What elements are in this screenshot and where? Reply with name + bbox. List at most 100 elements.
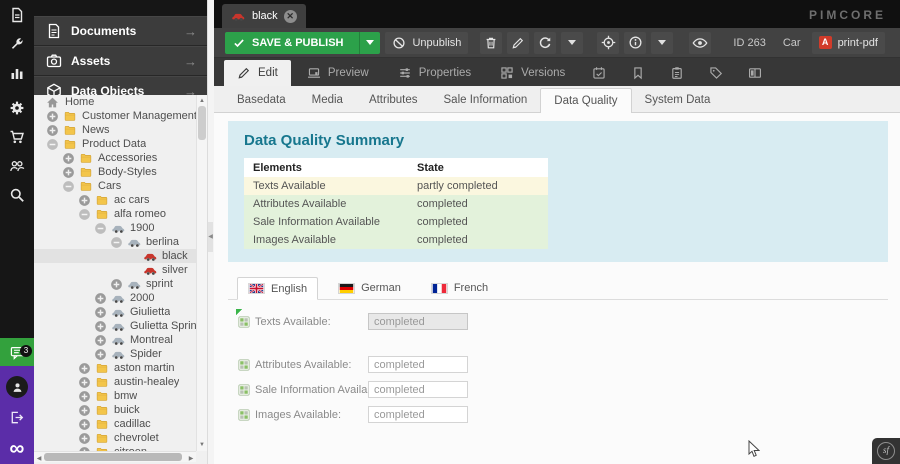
plus-expander-icon[interactable] — [94, 348, 107, 361]
view-tab-columns[interactable] — [737, 60, 773, 86]
minus-expander-icon[interactable] — [62, 180, 75, 193]
plus-expander-icon[interactable] — [78, 194, 91, 207]
rail-settings-button[interactable] — [0, 93, 34, 122]
rename-button[interactable] — [507, 32, 529, 54]
tree-node-sprint[interactable]: sprint — [34, 277, 207, 291]
reload-button[interactable] — [534, 32, 556, 54]
plus-expander-icon[interactable] — [46, 124, 59, 137]
minus-expander-icon[interactable] — [110, 236, 123, 249]
rail-ecommerce-button[interactable] — [0, 122, 34, 151]
field-input[interactable] — [368, 313, 468, 330]
tab-black[interactable]: black ✕ — [222, 4, 306, 28]
tree-node-Product-Data[interactable]: Product Data — [34, 137, 207, 151]
collapse-handle-icon[interactable]: ◀ — [208, 222, 213, 252]
unpublish-button[interactable]: Unpublish — [385, 32, 468, 54]
print-pdf-button[interactable]: A print-pdf — [812, 32, 885, 54]
tree-node-ac-cars[interactable]: ac cars — [34, 193, 207, 207]
tree-node-buick[interactable]: buick — [34, 403, 207, 417]
accordion-assets[interactable]: Assets → — [34, 46, 207, 76]
info-button[interactable] — [624, 32, 646, 54]
plus-expander-icon[interactable] — [78, 404, 91, 417]
info-dropdown-button[interactable] — [651, 32, 673, 54]
tree-node-bmw[interactable]: bmw — [34, 389, 207, 403]
view-tab-preview[interactable]: Preview — [294, 60, 382, 86]
tree-node-Gulietta-Sprint-Specia[interactable]: Gulietta Sprint Specia — [34, 319, 207, 333]
tree-node-alfa-romeo[interactable]: alfa romeo — [34, 207, 207, 221]
field-input[interactable] — [368, 406, 468, 423]
reload-dropdown-button[interactable] — [561, 32, 583, 54]
field-input[interactable] — [368, 356, 468, 373]
open-preview-button[interactable] — [689, 32, 711, 54]
save-publish-button[interactable]: SAVE & PUBLISH — [225, 32, 380, 54]
tree-horizontal-scrollbar[interactable]: ◀ ▶ — [34, 451, 196, 462]
rail-tools-button[interactable] — [0, 29, 34, 58]
plus-expander-icon[interactable] — [46, 110, 59, 123]
plus-expander-icon[interactable] — [78, 390, 91, 403]
minus-expander-icon[interactable] — [46, 138, 59, 151]
scroll-up-icon[interactable]: ▲ — [197, 96, 207, 106]
content-tab-basedata[interactable]: Basedata — [224, 88, 299, 112]
view-tab-clipboard[interactable] — [659, 60, 695, 86]
plus-expander-icon[interactable] — [78, 376, 91, 389]
user-avatar[interactable] — [6, 376, 28, 398]
tree-node-cadillac[interactable]: cadillac — [34, 417, 207, 431]
content-tab-media[interactable]: Media — [299, 88, 356, 112]
tree-node-News[interactable]: News — [34, 123, 207, 137]
plus-expander-icon[interactable] — [94, 320, 107, 333]
delete-button[interactable] — [480, 32, 502, 54]
language-tab-german[interactable]: German — [328, 277, 411, 299]
logout-icon[interactable] — [9, 410, 24, 425]
tree-node-2000[interactable]: 2000 — [34, 291, 207, 305]
view-tab-properties[interactable]: Properties — [385, 60, 484, 86]
tree-node-chevrolet[interactable]: chevrolet — [34, 431, 207, 445]
rail-search-button[interactable] — [0, 180, 34, 209]
plus-expander-icon[interactable] — [62, 166, 75, 179]
rail-document-button[interactable] — [0, 0, 34, 29]
plus-expander-icon[interactable] — [110, 278, 123, 291]
tree-vertical-scrollbar[interactable]: ▲ ▼ — [196, 95, 207, 451]
tree-node-Customer-Management[interactable]: Customer Management — [34, 109, 207, 123]
rail-reports-button[interactable] — [0, 58, 34, 87]
plus-expander-icon[interactable] — [78, 418, 91, 431]
accordion-documents[interactable]: Documents → — [34, 16, 207, 46]
tree-node-Cars[interactable]: Cars — [34, 179, 207, 193]
scroll-down-icon[interactable]: ▼ — [197, 440, 207, 450]
minus-expander-icon[interactable] — [78, 208, 91, 221]
content-tab-system-data[interactable]: System Data — [632, 88, 724, 112]
tree-node-silver[interactable]: silver — [34, 263, 207, 277]
view-tab-versions[interactable]: Versions — [487, 60, 578, 86]
view-tab-edit[interactable]: Edit — [224, 60, 291, 86]
scroll-left-icon[interactable]: ◀ — [34, 454, 44, 464]
scroll-right-icon[interactable]: ▶ — [186, 454, 196, 464]
tree-node-Montreal[interactable]: Montreal — [34, 333, 207, 347]
language-tab-french[interactable]: French — [421, 277, 498, 299]
plus-expander-icon[interactable] — [78, 362, 91, 375]
view-tab-calendar[interactable] — [581, 60, 617, 86]
plus-expander-icon[interactable] — [94, 334, 107, 347]
plus-expander-icon[interactable] — [94, 306, 107, 319]
tree-node-Body-Styles[interactable]: Body-Styles — [34, 165, 207, 179]
view-tab-bookmark[interactable] — [620, 60, 656, 86]
content-tab-attributes[interactable]: Attributes — [356, 88, 431, 112]
tree-node-Accessories[interactable]: Accessories — [34, 151, 207, 165]
view-tab-tag[interactable] — [698, 60, 734, 86]
tree-node-berlina[interactable]: berlina — [34, 235, 207, 249]
rail-customers-button[interactable] — [0, 151, 34, 180]
language-tab-english[interactable]: English — [237, 277, 318, 300]
tree-node-Giulietta[interactable]: Giulietta — [34, 305, 207, 319]
tree-node-Spider[interactable]: Spider — [34, 347, 207, 361]
tree-node-austin-healey[interactable]: austin-healey — [34, 375, 207, 389]
content-tab-data-quality[interactable]: Data Quality — [540, 88, 631, 113]
symfony-profiler-toggle[interactable]: sf — [872, 438, 900, 464]
field-input[interactable] — [368, 381, 468, 398]
minus-expander-icon[interactable] — [94, 222, 107, 235]
tree-node-aston-martin[interactable]: aston martin — [34, 361, 207, 375]
tree-node-1900[interactable]: 1900 — [34, 221, 207, 235]
close-tab-icon[interactable]: ✕ — [284, 10, 297, 23]
notifications-button[interactable]: 3 — [0, 338, 34, 366]
pimcore-infinity-logo[interactable]: ∞ — [0, 436, 34, 462]
save-dropdown-button[interactable] — [359, 32, 380, 54]
tree-node-black[interactable]: black — [34, 249, 207, 263]
plus-expander-icon[interactable] — [62, 152, 75, 165]
plus-expander-icon[interactable] — [78, 432, 91, 445]
